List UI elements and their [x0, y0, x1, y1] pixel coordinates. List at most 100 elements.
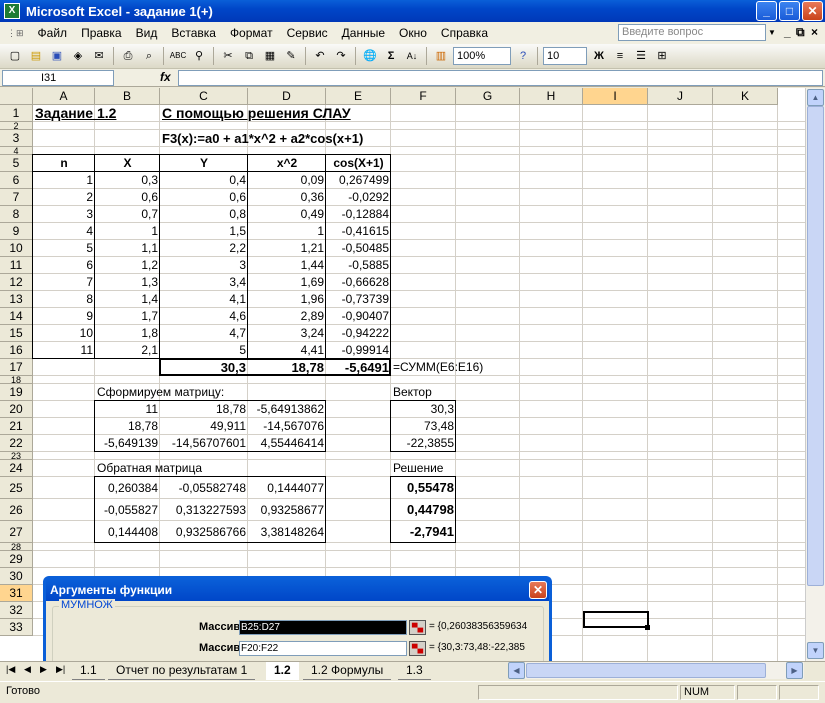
menu-tools[interactable]: Сервис [280, 26, 335, 40]
row-header-20[interactable]: 20 [0, 401, 33, 418]
row-header-22[interactable]: 22 [0, 435, 33, 452]
row-header-32[interactable]: 32 [0, 602, 33, 619]
print-preview-icon[interactable]: ⌕ [140, 47, 158, 65]
tab-1-1[interactable]: 1.1 [72, 662, 105, 680]
row-header-7[interactable]: 7 [0, 189, 33, 206]
col-header-a[interactable]: A [33, 88, 95, 105]
minimize-button[interactable]: _ [756, 1, 777, 21]
permission-icon[interactable]: ◈ [69, 47, 87, 65]
first-sheet-icon[interactable]: |◀ [6, 664, 15, 675]
doc-close-button[interactable]: × [811, 25, 818, 39]
row-header-26[interactable]: 26 [0, 499, 33, 521]
tab-1-2[interactable]: 1.2 [266, 662, 299, 680]
fx-icon[interactable]: fx [160, 70, 171, 84]
copy-icon[interactable]: ⧉ [240, 47, 258, 65]
col-header-i[interactable]: I [583, 88, 648, 105]
hyperlink-icon[interactable]: 🌐 [361, 47, 379, 65]
borders-icon[interactable]: ⊞ [653, 47, 671, 65]
menu-insert[interactable]: Вставка [164, 26, 223, 40]
scroll-right-icon[interactable]: ▶ [786, 662, 803, 679]
save-icon[interactable]: ▣ [48, 47, 66, 65]
row-header-16[interactable]: 16 [0, 342, 33, 359]
col-header-c[interactable]: C [160, 88, 248, 105]
open-icon[interactable]: ▤ [27, 47, 45, 65]
next-sheet-icon[interactable]: ▶ [40, 664, 47, 675]
research-icon[interactable]: ⚲ [190, 47, 208, 65]
row-header-17[interactable]: 17 [0, 359, 33, 376]
redo-icon[interactable]: ↷ [332, 47, 350, 65]
align-right-icon[interactable]: ☰ [632, 47, 650, 65]
arg1-input[interactable]: B25:D27 [239, 620, 407, 635]
arg1-collapse-icon[interactable]: ▀▄ [409, 620, 426, 635]
row-header-6[interactable]: 6 [0, 172, 33, 189]
row-header-1[interactable]: 1 [0, 105, 33, 122]
row-header-9[interactable]: 9 [0, 223, 33, 240]
tab-1-2-formulas[interactable]: 1.2 Формулы [303, 662, 392, 680]
tab-report-1[interactable]: Отчет по результатам 1 [108, 662, 256, 680]
email-icon[interactable]: ✉ [90, 47, 108, 65]
row-header-2[interactable]: 2 [0, 122, 33, 131]
paste-icon[interactable]: ▦ [261, 47, 279, 65]
row-header-31[interactable]: 31 [0, 585, 33, 602]
col-header-k[interactable]: K [713, 88, 778, 105]
menu-format[interactable]: Формат [223, 26, 280, 40]
row-header-21[interactable]: 21 [0, 418, 33, 435]
maximize-button[interactable]: □ [779, 1, 800, 21]
scroll-down-icon[interactable]: ▼ [807, 642, 824, 659]
tab-1-3[interactable]: 1.3 [398, 662, 431, 680]
prev-sheet-icon[interactable]: ◀ [24, 664, 31, 675]
help-icon[interactable]: ? [514, 47, 532, 65]
bold-button[interactable]: Ж [590, 47, 608, 65]
doc-minimize-button[interactable]: _ [784, 25, 791, 39]
menu-edit[interactable]: Правка [74, 26, 129, 40]
align-center-icon[interactable]: ≡ [611, 47, 629, 65]
row-header-25[interactable]: 25 [0, 477, 33, 499]
print-icon[interactable]: ⎙ [119, 47, 137, 65]
arg2-input[interactable]: F20:F22 [239, 641, 407, 656]
row-header-24[interactable]: 24 [0, 460, 33, 477]
close-button[interactable]: ✕ [802, 1, 823, 21]
col-header-e[interactable]: E [326, 88, 391, 105]
vertical-scroll-thumb[interactable] [807, 106, 824, 586]
font-size-select[interactable]: 10 [543, 47, 587, 65]
vertical-scrollbar[interactable]: ▲ ▼ [805, 88, 825, 661]
menu-help[interactable]: Справка [434, 26, 495, 40]
scroll-up-icon[interactable]: ▲ [807, 89, 824, 106]
row-header-28[interactable]: 28 [0, 543, 33, 552]
row-header-27[interactable]: 27 [0, 521, 33, 543]
col-header-f[interactable]: F [391, 88, 456, 105]
menu-view[interactable]: Вид [129, 26, 165, 40]
undo-icon[interactable]: ↶ [311, 47, 329, 65]
menu-window[interactable]: Окно [392, 26, 434, 40]
row-header-23[interactable]: 23 [0, 452, 33, 461]
row-header-14[interactable]: 14 [0, 308, 33, 325]
row-header-29[interactable]: 29 [0, 551, 33, 568]
formula-input[interactable] [178, 70, 823, 86]
sort-ascending-icon[interactable]: A↓ [403, 47, 421, 65]
col-header-d[interactable]: D [248, 88, 326, 105]
dialog-close-button[interactable]: ✕ [529, 581, 547, 599]
arg2-collapse-icon[interactable]: ▀▄ [409, 641, 426, 656]
row-header-33[interactable]: 33 [0, 619, 33, 636]
row-header-5[interactable]: 5 [0, 155, 33, 172]
row-header-8[interactable]: 8 [0, 206, 33, 223]
ask-dropdown-icon[interactable]: ▼ [766, 24, 778, 41]
cut-icon[interactable]: ✂ [219, 47, 237, 65]
row-header-30[interactable]: 30 [0, 568, 33, 585]
ask-question-input[interactable]: Введите вопрос [618, 24, 766, 41]
active-cell-i31[interactable] [583, 611, 649, 628]
zoom-select[interactable]: 100% [453, 47, 511, 65]
row-header-19[interactable]: 19 [0, 384, 33, 401]
horizontal-scrollbar[interactable]: ◀ ▶ [508, 662, 804, 679]
chart-wizard-icon[interactable]: ▥ [432, 47, 450, 65]
col-header-h[interactable]: H [520, 88, 583, 105]
row-header-4[interactable]: 4 [0, 147, 33, 156]
last-sheet-icon[interactable]: ▶| [56, 664, 65, 675]
fill-handle[interactable] [645, 625, 650, 630]
row-header-12[interactable]: 12 [0, 274, 33, 291]
row-header-13[interactable]: 13 [0, 291, 33, 308]
new-icon[interactable]: ▢ [6, 47, 24, 65]
menu-file[interactable]: Файл [31, 26, 75, 40]
row-header-11[interactable]: 11 [0, 257, 33, 274]
col-header-g[interactable]: G [456, 88, 520, 105]
